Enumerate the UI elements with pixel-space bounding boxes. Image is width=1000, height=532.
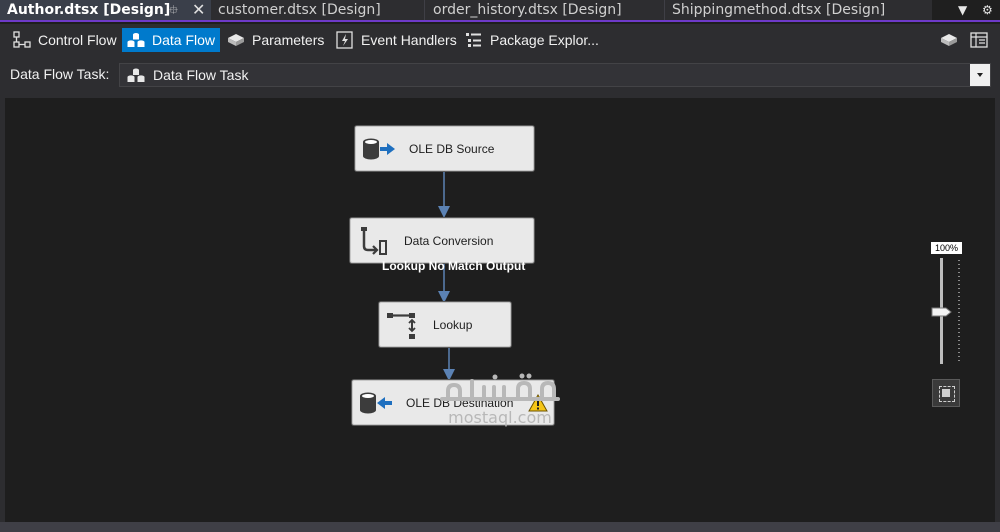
zoom-to-fit-button[interactable] [932,379,960,407]
lookup-icon [387,312,416,339]
zoom-slider[interactable] [929,256,961,368]
zoom-level-label: 100% [931,242,962,254]
ole-db-source-icon [363,138,395,159]
path-label-lookup-no-match[interactable]: Lookup No Match Output [382,259,525,273]
component-lookup[interactable]: Lookup [379,302,511,347]
component-label: Lookup [433,317,473,332]
component-ole-db-source[interactable]: OLE DB Source [355,126,534,171]
ole-db-destination-icon [360,392,392,413]
data-conversion-icon [361,226,387,255]
component-label: Data Conversion [404,233,494,248]
component-label: OLE DB Source [409,141,495,156]
mostaql-watermark-text: mostaql.com [448,408,552,427]
component-data-conversion[interactable]: Data Conversion [350,218,534,263]
mostaql-watermark-logo [440,373,560,401]
zoom-slider-thumb[interactable] [931,307,952,317]
